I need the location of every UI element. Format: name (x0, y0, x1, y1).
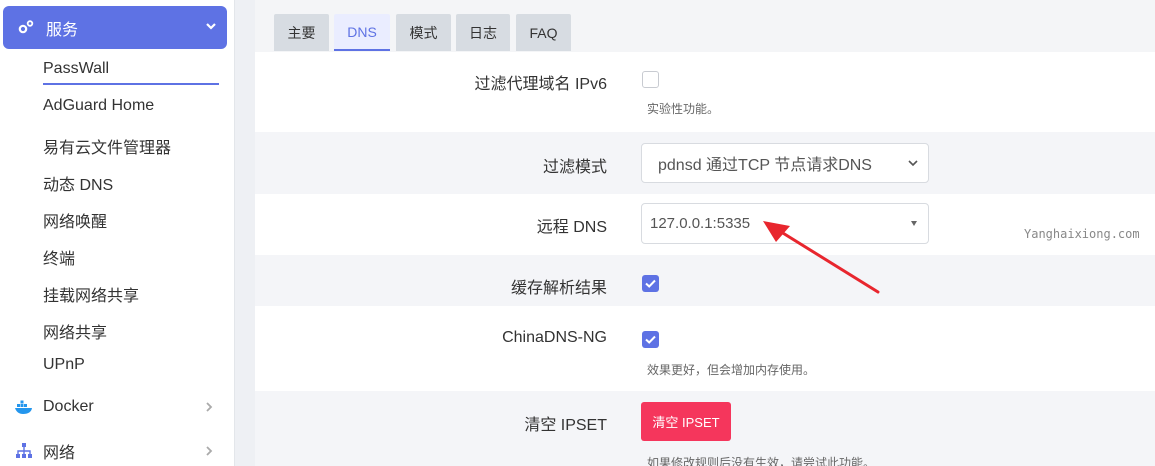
sidebar-item-terminal[interactable]: 终端 (43, 245, 75, 269)
filter-mode-label: 过滤模式 (542, 159, 607, 176)
clear-ipset-label: 清空 IPSET (524, 417, 607, 434)
tab-bar: 主要 DNS 模式 日志 FAQ (255, 0, 1155, 52)
dropdown-triangle-icon (911, 221, 917, 226)
sidebar-group-docker[interactable]: Docker (0, 387, 234, 427)
filter-mode-value: pdnsd 通过TCP 节点请求DNS (658, 157, 872, 174)
tab-log[interactable]: 日志 (456, 14, 510, 51)
cache-checkbox[interactable] (642, 275, 659, 292)
sidebar-item-adguard-home[interactable]: AdGuard Home (43, 97, 154, 115)
sidebar-item-network-share[interactable]: 网络共享 (43, 319, 107, 343)
sidebar-item-mount-share[interactable]: 挂载网络共享 (43, 282, 139, 306)
filter-ipv6-checkbox[interactable] (642, 71, 659, 88)
sidebar-item-file-manager[interactable]: 易有云文件管理器 (43, 134, 171, 158)
tab-faq[interactable]: FAQ (516, 14, 571, 51)
chinadns-help: 效果更好，但会增加内存使用。 (647, 363, 816, 377)
sidebar-item-upnp[interactable]: UPnP (43, 356, 85, 374)
check-icon (645, 335, 656, 344)
check-icon (645, 279, 656, 288)
filter-ipv6-help: 实验性功能。 (647, 102, 720, 116)
clear-ipset-button[interactable]: 清空 IPSET (641, 402, 731, 441)
chevron-down-icon (908, 160, 918, 167)
gears-icon (18, 20, 34, 34)
chinadns-checkbox[interactable] (642, 331, 659, 348)
red-arrow-icon (763, 221, 880, 294)
sidebar-group-network[interactable]: 网络 (0, 431, 234, 466)
sidebar-item-ddns[interactable]: 动态 DNS (43, 171, 113, 195)
clear-ipset-help: 如果修改规则后没有生效，请尝试此功能。 (647, 456, 876, 466)
sidebar-group-services[interactable]: 服务 (3, 6, 227, 49)
sidebar-group-network-label: 网络 (43, 445, 76, 462)
tab-main[interactable]: 主要 (274, 14, 329, 51)
chevron-down-icon (206, 23, 216, 30)
remote-dns-value: 127.0.0.1:5335 (650, 215, 751, 232)
form-row-filter-ipv6 (255, 52, 1155, 132)
filter-mode-select[interactable]: pdnsd 通过TCP 节点请求DNS (641, 143, 929, 183)
tab-dns[interactable]: DNS (334, 14, 390, 51)
filter-ipv6-label: 过滤代理域名 IPv6 (474, 76, 607, 93)
sidebar: 服务 PassWall AdGuard Home 易有云文件管理器 动态 DNS… (0, 0, 235, 466)
remote-dns-label: 远程 DNS (536, 219, 607, 236)
tab-mode[interactable]: 模式 (396, 14, 451, 51)
cache-label: 缓存解析结果 (510, 280, 607, 297)
sidebar-group-label: 服务 (46, 21, 79, 39)
form-row-chinadns (255, 306, 1155, 391)
sidebar-group-docker-label: Docker (43, 398, 94, 415)
form-row-cache (255, 255, 1155, 306)
chevron-right-icon (206, 446, 213, 456)
chevron-right-icon (206, 402, 213, 412)
sidebar-item-wol[interactable]: 网络唤醒 (43, 208, 107, 232)
watermark: Yanghaixiong.com (1024, 227, 1140, 241)
network-icon (16, 443, 32, 458)
sidebar-item-passwall[interactable]: PassWall (43, 60, 219, 85)
chinadns-label: ChinaDNS-NG (502, 329, 607, 346)
docker-icon (15, 400, 32, 414)
